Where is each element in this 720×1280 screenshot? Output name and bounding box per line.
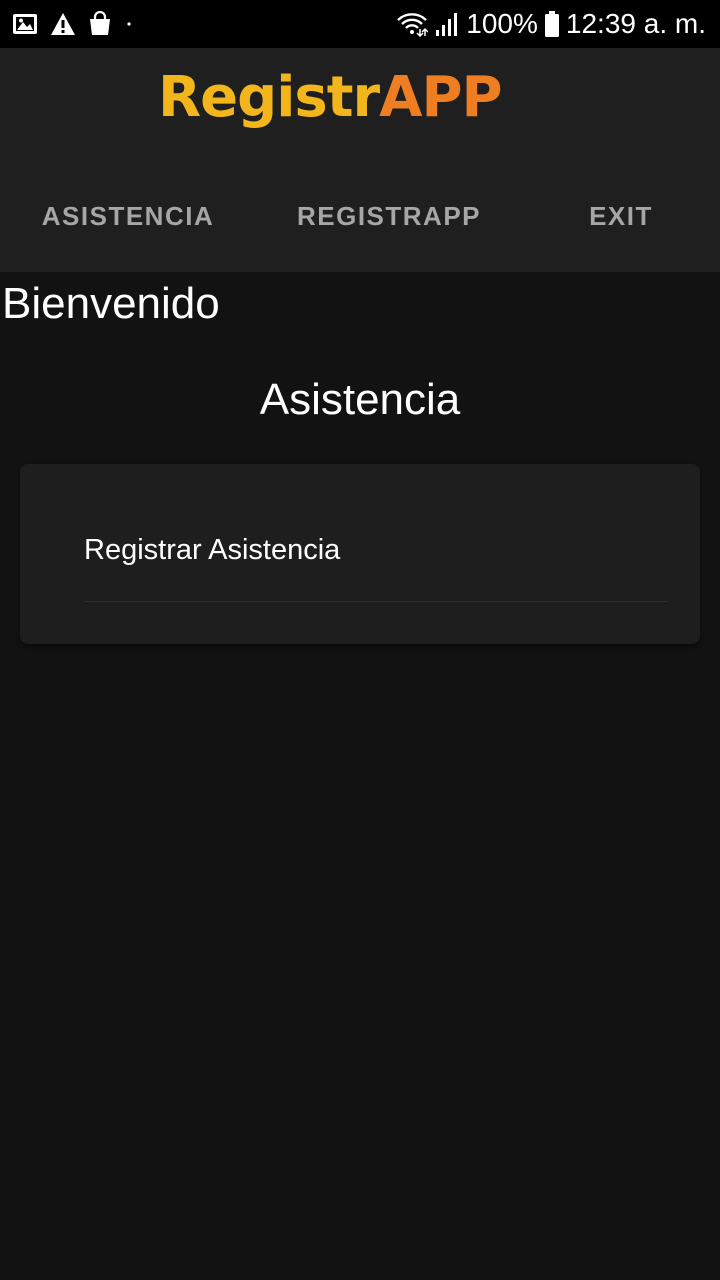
app-logo: RegistrAPP xyxy=(158,70,503,126)
image-icon xyxy=(12,12,38,36)
tab-registrapp[interactable]: REGISTRAPP xyxy=(256,188,522,244)
app-toolbar: RegistrAPP ASISTENCIA REGISTRAPP EXIT xyxy=(0,48,720,272)
tab-exit[interactable]: EXIT xyxy=(522,188,720,244)
clock: 12:39 a. m. xyxy=(565,8,706,39)
attendance-card: Registrar Asistencia xyxy=(20,464,700,644)
battery-percentage: 100% xyxy=(466,8,538,39)
logo-text-registr: Registr xyxy=(158,65,380,130)
status-bar: 100% 12:39 a. m. xyxy=(0,0,720,48)
warning-icon xyxy=(50,12,76,36)
tab-bar: ASISTENCIA REGISTRAPP EXIT xyxy=(0,188,720,244)
status-bar-system: 100% 12:39 a. m. xyxy=(396,8,706,40)
section-title: Asistencia xyxy=(259,375,461,424)
dot-icon xyxy=(124,19,134,29)
signal-icon xyxy=(434,11,460,37)
logo-text-app: APP xyxy=(379,65,502,130)
welcome-heading: Bienvenido xyxy=(2,279,220,328)
tab-asistencia[interactable]: ASISTENCIA xyxy=(0,188,256,244)
status-bar-notifications xyxy=(12,11,134,37)
wifi-icon xyxy=(396,11,429,37)
battery-icon xyxy=(544,10,560,38)
register-attendance-label: Registrar Asistencia xyxy=(84,534,341,566)
shopping-bag-icon xyxy=(88,11,112,37)
register-attendance-item[interactable]: Registrar Asistencia xyxy=(84,520,668,602)
